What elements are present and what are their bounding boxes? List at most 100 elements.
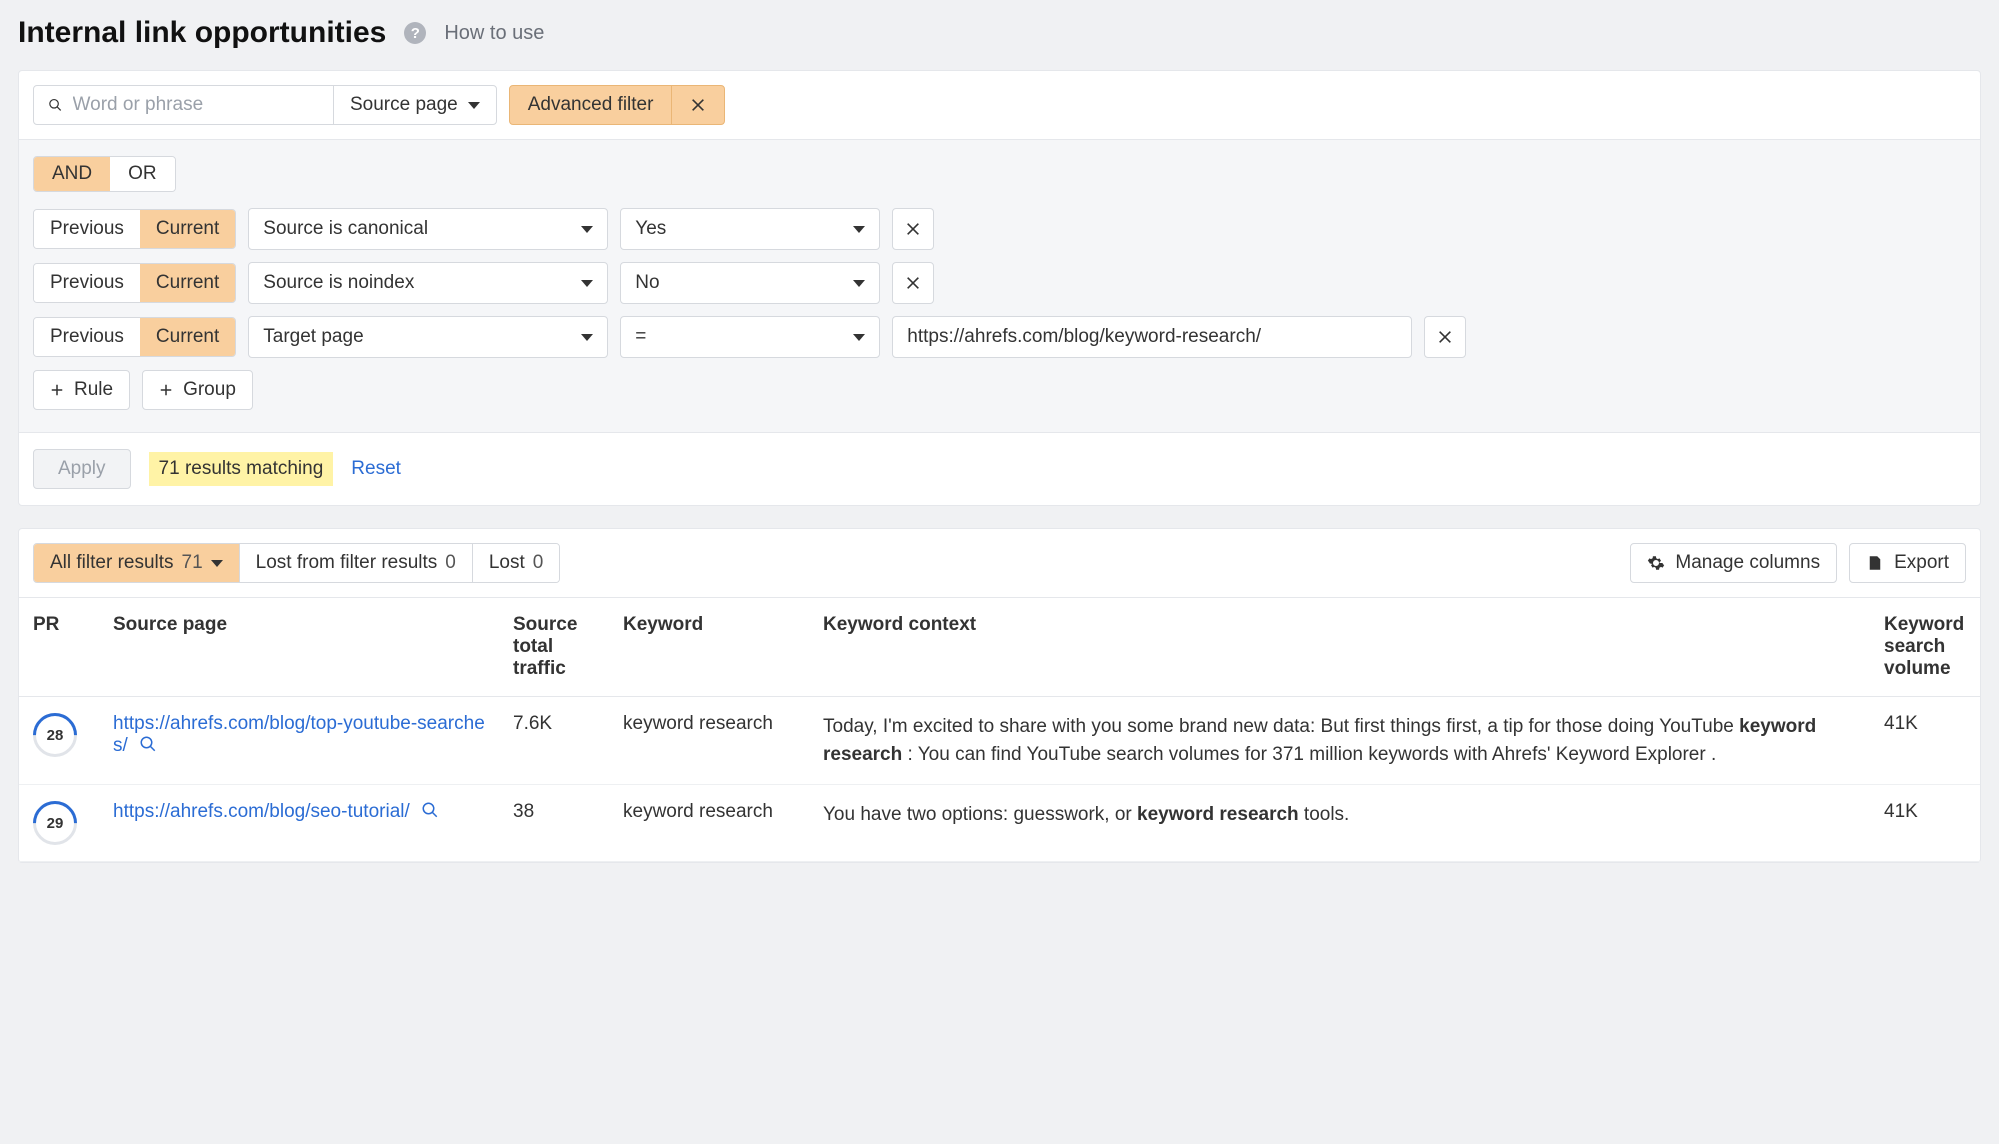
apply-button[interactable]: Apply [33, 449, 131, 489]
rule-field-label: Source is noindex [263, 272, 414, 294]
source-page-label: Source page [350, 94, 458, 116]
tab-label: Lost [489, 552, 525, 574]
add-rule-button[interactable]: Rule [33, 370, 130, 410]
rule-op-select[interactable]: Yes [620, 208, 880, 250]
table-header-row: PR Source page Source total traffic Keyw… [19, 598, 1980, 697]
search-icon[interactable] [139, 735, 157, 753]
rule-op-label: = [635, 326, 646, 348]
gear-icon [1647, 554, 1665, 572]
col-source-traffic[interactable]: Source total traffic [499, 598, 609, 697]
results-matching-badge: 71 results matching [149, 452, 334, 486]
filter-bar: Source page Advanced filter [19, 71, 1980, 139]
rule-op-select[interactable]: No [620, 262, 880, 304]
source-page-link[interactable]: https://ahrefs.com/blog/top-youtube-sear… [113, 713, 485, 756]
help-icon[interactable]: ? [404, 22, 426, 44]
export-button[interactable]: Export [1849, 543, 1966, 583]
rule-field-label: Source is canonical [263, 218, 428, 240]
cell-context: You have two options: guesswork, or keyw… [809, 785, 1870, 862]
toggle-previous[interactable]: Previous [34, 318, 140, 356]
search-source-group: Source page [33, 85, 497, 125]
rule-op-label: Yes [635, 218, 666, 240]
rule-op-select[interactable]: = [620, 316, 880, 358]
col-keyword[interactable]: Keyword [609, 598, 809, 697]
chevron-down-icon [853, 226, 865, 233]
toggle-current[interactable]: Current [140, 318, 235, 356]
toggle-current[interactable]: Current [140, 210, 235, 248]
pr-badge: 28 [33, 713, 77, 757]
chevron-down-icon [468, 102, 480, 109]
rule-value-input[interactable] [892, 316, 1412, 358]
rule-field-select[interactable]: Source is noindex [248, 262, 608, 304]
chevron-down-icon [211, 560, 223, 567]
rule-row: Previous Current Source is noindex No [33, 262, 1966, 304]
results-bar: All filter results 71 Lost from filter r… [19, 529, 1980, 597]
cell-traffic: 38 [499, 785, 609, 862]
download-icon [1866, 554, 1884, 572]
page-title: Internal link opportunities [18, 16, 386, 50]
search-icon[interactable] [421, 801, 439, 819]
advanced-filter-label[interactable]: Advanced filter [510, 86, 672, 124]
rule-row: Previous Current Source is canonical Yes [33, 208, 1966, 250]
cell-context: Today, I'm excited to share with you som… [809, 697, 1870, 785]
logic-or[interactable]: OR [110, 157, 175, 191]
filters-card: Source page Advanced filter AND OR Previ… [18, 70, 1981, 506]
close-icon [905, 221, 921, 237]
col-keyword-context[interactable]: Keyword context [809, 598, 1870, 697]
advanced-filter-remove[interactable] [671, 86, 724, 124]
prev-current-toggle: Previous Current [33, 263, 236, 303]
results-card: All filter results 71 Lost from filter r… [18, 528, 1981, 863]
add-group-label: Group [183, 379, 236, 401]
toggle-previous[interactable]: Previous [34, 264, 140, 302]
logic-toggle: AND OR [33, 156, 176, 192]
add-rule-label: Rule [74, 379, 113, 401]
tab-label: All filter results [50, 552, 174, 574]
col-source-page[interactable]: Source page [99, 598, 499, 697]
rule-remove-button[interactable] [1424, 316, 1466, 358]
results-table: PR Source page Source total traffic Keyw… [19, 597, 1980, 862]
cell-traffic: 7.6K [499, 697, 609, 785]
source-page-link[interactable]: https://ahrefs.com/blog/seo-tutorial/ [113, 801, 410, 822]
add-group-button[interactable]: Group [142, 370, 253, 410]
reset-link[interactable]: Reset [351, 458, 401, 480]
rule-field-select[interactable]: Source is canonical [248, 208, 608, 250]
cell-volume: 41K [1870, 697, 1980, 785]
close-icon [905, 275, 921, 291]
cell-keyword: keyword research [609, 785, 809, 862]
toggle-current[interactable]: Current [140, 264, 235, 302]
tab-lost[interactable]: Lost 0 [472, 544, 560, 582]
chevron-down-icon [853, 280, 865, 287]
cell-keyword: keyword research [609, 697, 809, 785]
plus-icon [159, 383, 173, 397]
col-keyword-volume[interactable]: Keyword search volume [1870, 598, 1980, 697]
results-tabs: All filter results 71 Lost from filter r… [33, 543, 560, 583]
cell-volume: 41K [1870, 785, 1980, 862]
tab-count: 0 [533, 552, 544, 574]
rule-field-select[interactable]: Target page [248, 316, 608, 358]
tab-count: 0 [445, 552, 456, 574]
pr-badge: 29 [33, 801, 77, 845]
close-icon [690, 97, 706, 113]
chevron-down-icon [581, 334, 593, 341]
toggle-previous[interactable]: Previous [34, 210, 140, 248]
tab-all-filter-results[interactable]: All filter results 71 [34, 544, 239, 582]
prev-current-toggle: Previous Current [33, 209, 236, 249]
rule-remove-button[interactable] [892, 208, 934, 250]
rule-remove-button[interactable] [892, 262, 934, 304]
search-input[interactable] [73, 94, 319, 116]
advanced-filter-pill: Advanced filter [509, 85, 726, 125]
tab-lost-from-filter[interactable]: Lost from filter results 0 [239, 544, 472, 582]
search-segment[interactable] [34, 86, 333, 124]
export-label: Export [1894, 552, 1949, 574]
how-to-use-link[interactable]: How to use [444, 22, 544, 45]
col-pr[interactable]: PR [19, 598, 99, 697]
chevron-down-icon [581, 280, 593, 287]
search-icon [48, 97, 63, 113]
table-actions: Manage columns Export [1630, 543, 1966, 583]
table-row: 29 https://ahrefs.com/blog/seo-tutorial/… [19, 785, 1980, 862]
page-header: Internal link opportunities ? How to use [18, 16, 1981, 50]
rule-row: Previous Current Target page = [33, 316, 1966, 358]
source-page-dropdown[interactable]: Source page [333, 86, 496, 124]
manage-columns-button[interactable]: Manage columns [1630, 543, 1837, 583]
logic-and[interactable]: AND [34, 157, 110, 191]
rule-field-label: Target page [263, 326, 363, 348]
